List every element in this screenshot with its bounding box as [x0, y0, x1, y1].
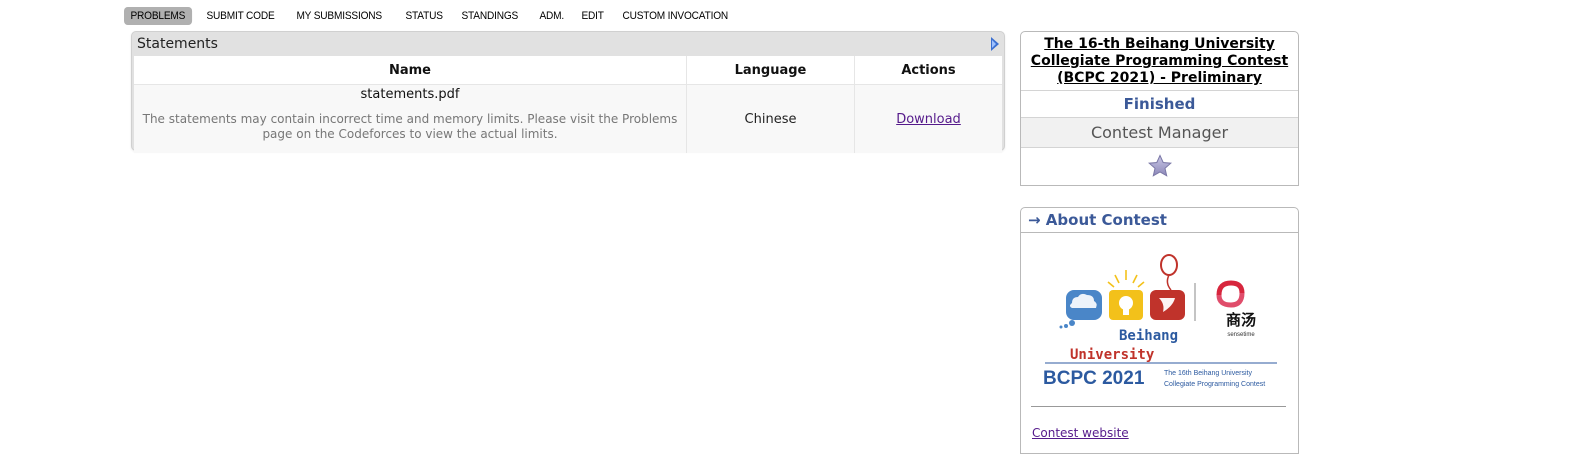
- favourite-row: [1021, 147, 1298, 184]
- svg-text:BCPC 2021: BCPC 2021: [1043, 368, 1145, 389]
- star-icon[interactable]: [1147, 154, 1172, 178]
- nav-custom-invocation[interactable]: CUSTOM INVOCATION: [616, 7, 734, 25]
- statements-caption: Statements: [137, 36, 218, 52]
- balloon-icon: [1150, 254, 1185, 320]
- contest-website-link[interactable]: Contest website: [1032, 426, 1129, 440]
- svg-text:sensetime: sensetime: [1227, 332, 1255, 338]
- svg-text:University: University: [1070, 347, 1155, 363]
- lightbulb-icon: [1107, 270, 1145, 320]
- contest-title: The 16-th Beihang University Collegiate …: [1021, 32, 1298, 90]
- download-link[interactable]: Download: [896, 112, 961, 127]
- statement-filename: statements.pdf: [360, 86, 460, 102]
- contest-title-link[interactable]: The 16-th Beihang University Collegiate …: [1031, 36, 1288, 86]
- svg-text:Beihang: Beihang: [1119, 328, 1178, 344]
- table-header-row: Name Language Actions: [134, 56, 1002, 85]
- nav-problems[interactable]: PROBLEMS: [124, 7, 192, 25]
- nav-status[interactable]: STATUS: [399, 7, 449, 25]
- contest-nav: PROBLEMS SUBMIT CODE MY SUBMISSIONS STAT…: [124, 6, 746, 26]
- language-cell: Chinese: [686, 84, 855, 153]
- statement-note: The statements may contain incorrect tim…: [142, 111, 678, 141]
- bcpc-logo: 商汤 sensetime Beihang University BCPC 202…: [1043, 254, 1277, 389]
- nav-adm[interactable]: ADM.: [533, 7, 570, 25]
- name-cell: statements.pdf The statements may contai…: [134, 84, 687, 153]
- svg-text:商汤: 商汤: [1226, 311, 1256, 329]
- header-name: Name: [134, 56, 687, 85]
- actions-cell: Download: [854, 84, 1002, 153]
- cloud-icon: [1059, 290, 1102, 329]
- statements-panel: Statements Name Language Actions stateme…: [131, 31, 1005, 153]
- nav-edit[interactable]: EDIT: [575, 7, 610, 25]
- header-language: Language: [686, 56, 855, 85]
- nav-standings[interactable]: STANDINGS: [455, 7, 525, 25]
- nav-my-submissions[interactable]: MY SUBMISSIONS: [290, 7, 388, 25]
- sensetime-logo: [1216, 280, 1245, 308]
- about-contest-box: → About Contest 商汤 sensetime Beihang Uni…: [1020, 207, 1299, 454]
- svg-text:Collegiate Programming Contest: Collegiate Programming Contest: [1164, 381, 1265, 388]
- header-actions: Actions: [854, 56, 1002, 85]
- contest-info-box: The 16-th Beihang University Collegiate …: [1020, 31, 1299, 186]
- expand-arrow-icon[interactable]: [991, 37, 999, 51]
- table-row: statements.pdf The statements may contai…: [134, 84, 1002, 153]
- svg-text:The 16th Beihang University: The 16th Beihang University: [1164, 370, 1252, 377]
- contest-status: Finished: [1021, 90, 1298, 117]
- about-divider: [1031, 406, 1286, 407]
- nav-submit-code[interactable]: SUBMIT CODE: [200, 7, 281, 25]
- contest-manager-label: Contest Manager: [1021, 117, 1298, 147]
- statements-table: Name Language Actions statements.pdf The…: [134, 56, 1002, 153]
- about-contest-caption: → About Contest: [1021, 208, 1298, 233]
